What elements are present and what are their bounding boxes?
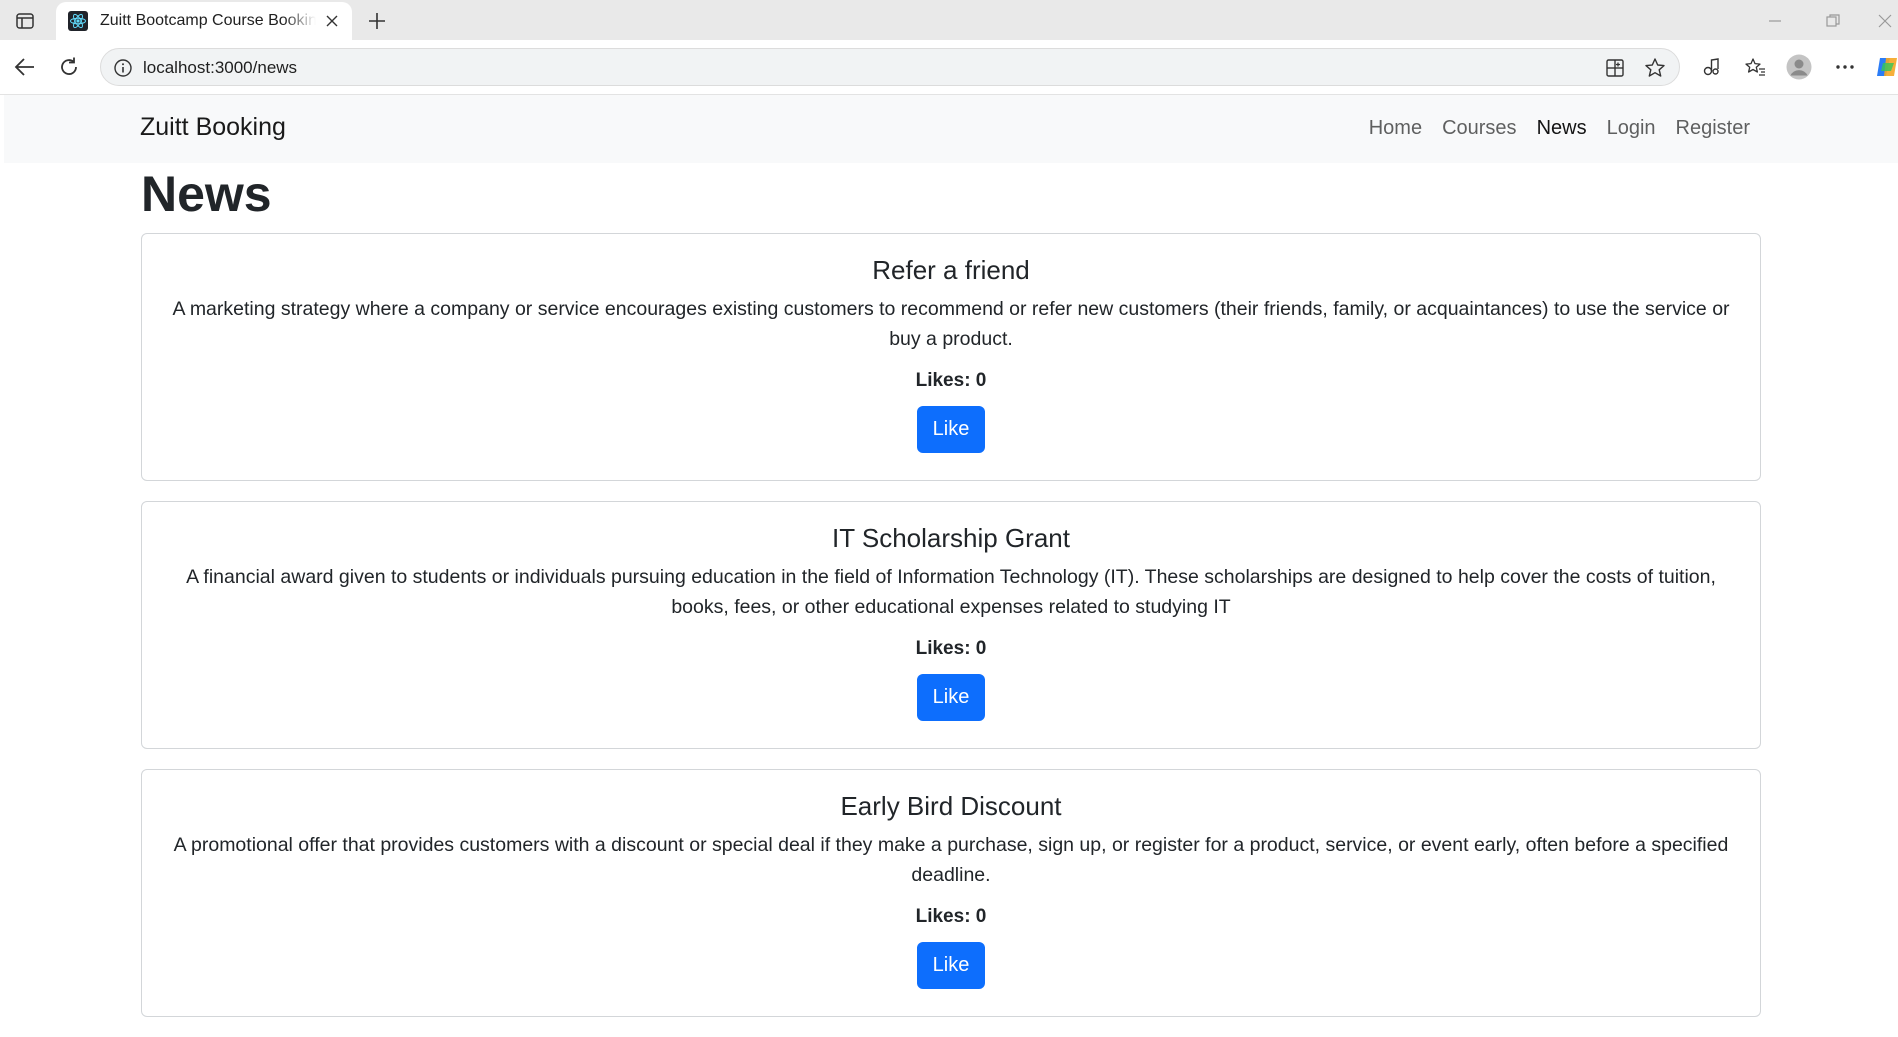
news-card: Early Bird Discount A promotional offer … [141, 769, 1761, 1017]
reload-icon[interactable] [54, 52, 84, 82]
profile-avatar[interactable] [1784, 52, 1814, 82]
browser-toolbar: localhost:3000/news [0, 40, 1898, 95]
nav-link-register[interactable]: Register [1676, 117, 1750, 140]
nav-link-news[interactable]: News [1537, 117, 1587, 140]
likes-count: Likes: 0 [915, 906, 987, 927]
page-title: News [141, 166, 272, 222]
plus-icon[interactable] [364, 8, 390, 34]
star-icon[interactable] [1644, 57, 1666, 79]
card-title: Early Bird Discount [840, 791, 1062, 821]
tab-sidebar-icon[interactable] [12, 10, 38, 32]
window-close-icon[interactable] [1872, 8, 1898, 34]
news-list: Refer a friend A marketing strategy wher… [141, 233, 1761, 1037]
news-card: IT Scholarship Grant A financial award g… [141, 501, 1761, 749]
close-icon[interactable] [322, 11, 342, 31]
tab-title: Zuitt Bootcamp Course Booking System [100, 12, 316, 29]
card-title: Refer a friend [872, 255, 1030, 285]
browser-tab[interactable]: Zuitt Bootcamp Course Booking System [56, 2, 352, 40]
extensions-icon[interactable] [1696, 52, 1726, 82]
favorites-list-icon[interactable] [1740, 52, 1770, 82]
card-text: A promotional offer that provides custom… [173, 834, 1729, 886]
restore-icon[interactable] [1820, 8, 1846, 34]
nav-links: Home Courses News Login Register [1369, 117, 1750, 140]
navbar: Zuitt Booking Home Courses News Login Re… [4, 95, 1898, 163]
navbar-brand[interactable]: Zuitt Booking [140, 113, 286, 142]
react-favicon-icon [68, 11, 88, 31]
likes-count: Likes: 0 [915, 370, 987, 391]
browser-tabbar: Zuitt Bootcamp Course Booking System [0, 0, 1898, 40]
info-icon[interactable] [113, 58, 133, 78]
news-card: Refer a friend A marketing strategy wher… [141, 233, 1761, 481]
likes-count: Likes: 0 [915, 638, 987, 659]
minimize-icon[interactable] [1762, 8, 1788, 34]
card-title: IT Scholarship Grant [832, 523, 1070, 553]
card-text: A marketing strategy where a company or … [172, 298, 1730, 350]
more-icon[interactable] [1830, 52, 1860, 82]
back-arrow-icon[interactable] [10, 52, 40, 82]
app-install-icon[interactable] [1604, 57, 1626, 79]
address-bar[interactable]: localhost:3000/news [100, 48, 1680, 86]
page-viewport: Zuitt Booking Home Courses News Login Re… [4, 95, 1898, 1017]
like-button[interactable]: Like [917, 674, 985, 721]
card-text: A financial award given to students or i… [186, 566, 1716, 618]
like-button[interactable]: Like [917, 942, 985, 989]
like-button[interactable]: Like [917, 406, 985, 453]
nav-link-home[interactable]: Home [1369, 117, 1422, 140]
url-text: localhost:3000/news [143, 58, 298, 77]
copilot-icon[interactable] [1872, 52, 1898, 82]
nav-link-courses[interactable]: Courses [1442, 117, 1516, 140]
nav-link-login[interactable]: Login [1607, 117, 1656, 140]
